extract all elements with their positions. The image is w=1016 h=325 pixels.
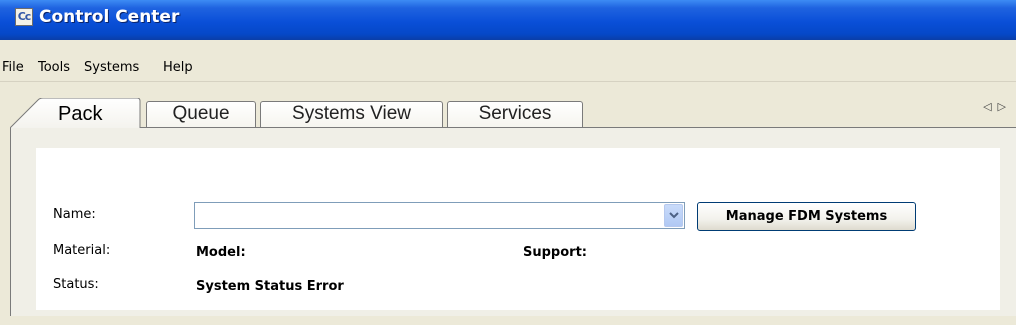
window-title: Control Center bbox=[39, 7, 180, 27]
menu-systems[interactable]: Systems bbox=[84, 60, 139, 75]
tab-services[interactable]: Services bbox=[447, 101, 583, 127]
menu-help[interactable]: Help bbox=[163, 60, 193, 75]
tab-scroll-arrows: ◁▷ bbox=[983, 100, 1012, 113]
manage-fdm-systems-button[interactable]: Manage FDM Systems bbox=[697, 202, 916, 231]
model-label: Model: bbox=[196, 245, 246, 260]
tab-systems-view[interactable]: Systems View bbox=[260, 101, 443, 127]
status-value: System Status Error bbox=[196, 279, 344, 294]
tab-pack-label: Pack bbox=[58, 103, 103, 125]
tab-strip: Pack Queue Systems View Services ◁▷ bbox=[0, 88, 1016, 130]
triangle-right-icon[interactable]: ▷ bbox=[998, 100, 1012, 113]
support-label: Support: bbox=[523, 245, 587, 260]
chevron-down-icon bbox=[669, 212, 679, 219]
menu-file[interactable]: File bbox=[2, 60, 24, 75]
menu-bar: File Tools Systems Help bbox=[0, 54, 1016, 82]
name-label: Name: bbox=[53, 207, 96, 222]
title-bar[interactable]: Cc Control Center bbox=[0, 0, 1016, 40]
triangle-left-icon[interactable]: ◁ bbox=[983, 100, 997, 113]
menu-tools[interactable]: Tools bbox=[38, 60, 70, 75]
tab-queue[interactable]: Queue bbox=[146, 101, 256, 127]
status-label: Status: bbox=[53, 277, 99, 292]
name-combobox[interactable] bbox=[194, 202, 685, 229]
app-icon[interactable]: Cc bbox=[15, 8, 33, 26]
material-label: Material: bbox=[53, 243, 111, 258]
combo-dropdown-button[interactable] bbox=[664, 204, 683, 227]
